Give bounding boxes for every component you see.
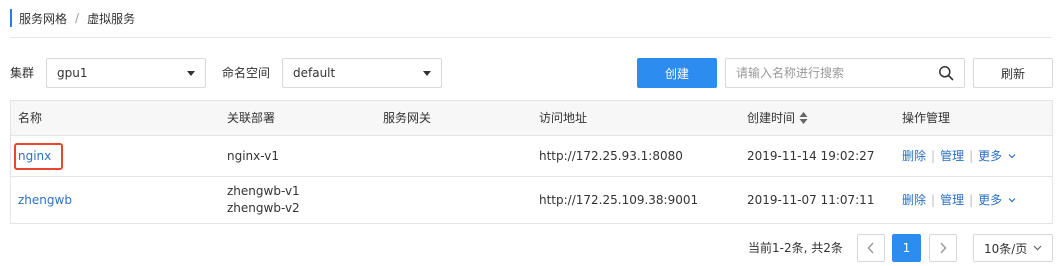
deployment-cell: nginx-v1	[227, 136, 279, 176]
virtual-service-table: 名称 关联部署 服务网关 访问地址 创建时间 操作管理 nginx nginx-…	[10, 100, 1053, 224]
service-name-link[interactable]: nginx	[18, 136, 51, 176]
chevron-down-icon[interactable]	[1008, 197, 1016, 203]
cluster-value: gpu1	[57, 66, 88, 80]
ops-divider: |	[969, 148, 974, 163]
table-row: zhengwb zhengwb-v1 zhengwb-v2 http://172…	[11, 177, 1052, 223]
column-header-address: 访问地址	[539, 110, 588, 125]
refresh-button[interactable]: 刷新	[973, 58, 1053, 88]
address-cell: http://172.25.109.38:9001	[539, 192, 699, 207]
deployment-cell: zhengwb-v1 zhengwb-v2	[227, 177, 300, 223]
column-header-created-label: 创建时间	[747, 110, 796, 125]
service-name-link[interactable]: zhengwb	[18, 177, 72, 223]
chevron-left-icon	[867, 242, 874, 254]
table-header: 名称 关联部署 服务网关 访问地址 创建时间 操作管理	[11, 101, 1052, 136]
namespace-label: 命名空间	[222, 66, 271, 80]
chevron-down-icon	[1033, 245, 1042, 251]
created-cell: 2019-11-07 11:07:11	[747, 192, 875, 207]
breadcrumb-separator: /	[75, 11, 80, 25]
search-box	[725, 58, 965, 88]
address-cell: http://172.25.93.1:8080	[539, 148, 683, 163]
ops-divider: |	[931, 148, 936, 163]
divider	[10, 37, 1052, 38]
ops-divider: |	[969, 192, 974, 207]
more-link[interactable]: 更多	[978, 192, 1002, 209]
cluster-label: 集群	[10, 66, 35, 80]
pagination-summary: 当前1-2条, 共2条	[748, 241, 843, 255]
delete-link[interactable]: 删除	[902, 192, 926, 209]
breadcrumb-current: 虚拟服务	[87, 11, 136, 26]
column-header-ops: 操作管理	[902, 110, 951, 125]
cluster-select[interactable]: gpu1	[46, 58, 206, 88]
ops-divider: |	[931, 192, 936, 207]
chevron-right-icon	[940, 242, 947, 254]
next-page-button[interactable]	[929, 234, 957, 262]
breadcrumb-parent[interactable]: 服务网格	[19, 10, 67, 27]
prev-page-button[interactable]	[857, 234, 885, 262]
caret-down-icon	[187, 70, 195, 76]
page-number-current[interactable]: 1	[892, 234, 921, 262]
ops-cell: 删除 | 管理 | 更多	[902, 136, 1016, 176]
page-size-value: 10条/页	[984, 241, 1028, 256]
manage-link[interactable]: 管理	[940, 192, 964, 209]
sort-icon[interactable]	[799, 111, 808, 125]
column-header-deployment: 关联部署	[227, 110, 276, 125]
search-icon[interactable]	[938, 65, 954, 81]
namespace-select[interactable]: default	[282, 58, 442, 88]
created-cell: 2019-11-14 19:02:27	[747, 148, 875, 163]
deployment-name: nginx-v1	[227, 148, 280, 163]
breadcrumb: 服务网格 / 虚拟服务	[10, 9, 135, 27]
ops-cell: 删除 | 管理 | 更多	[902, 177, 1016, 223]
column-header-name: 名称	[18, 110, 43, 125]
create-button[interactable]: 创建	[637, 58, 717, 88]
column-header-gateway: 服务网关	[383, 110, 432, 125]
caret-down-icon	[423, 70, 431, 76]
delete-link[interactable]: 删除	[902, 148, 926, 165]
search-input[interactable]	[726, 59, 931, 87]
more-link[interactable]: 更多	[978, 148, 1002, 165]
table-row: nginx nginx-v1 http://172.25.93.1:8080 2…	[11, 136, 1052, 177]
manage-link[interactable]: 管理	[940, 148, 964, 165]
deployment-name: zhengwb-v1	[227, 184, 300, 198]
column-header-created[interactable]: 创建时间	[747, 101, 808, 135]
chevron-down-icon[interactable]	[1008, 153, 1016, 159]
page-size-select[interactable]: 10条/页	[973, 234, 1053, 262]
namespace-value: default	[293, 66, 336, 80]
deployment-name: zhengwb-v2	[227, 201, 300, 215]
